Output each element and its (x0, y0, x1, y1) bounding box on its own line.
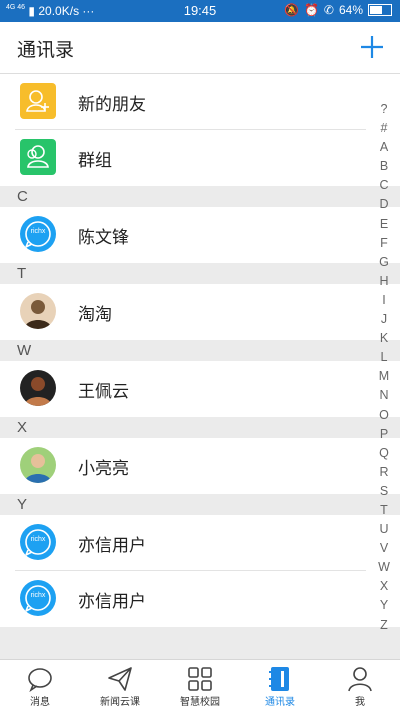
index-letter[interactable]: X (380, 577, 388, 596)
section-header: W (0, 340, 400, 361)
index-letter[interactable]: E (380, 215, 388, 234)
contact-name: 淘淘 (78, 305, 112, 325)
contact-row[interactable]: 淘淘 (0, 284, 400, 340)
section-header: X (0, 417, 400, 438)
add-friend-icon (20, 83, 56, 119)
photo-avatar-image (24, 377, 52, 406)
index-letter[interactable]: R (379, 463, 388, 482)
tab-label: 通讯录 (265, 697, 295, 708)
battery-percent: 64% (338, 3, 363, 17)
contact-name: 亦信用户 (78, 536, 146, 556)
photo-avatar-image (24, 454, 52, 483)
contact-list: 新的朋友 群组 Crichx 陈文锋 T 淘淘 W 王佩云 X 小亮亮 Yrichx 亦信用户 rich… (0, 74, 400, 627)
index-letter[interactable]: Z (380, 616, 388, 635)
tab-label: 新闻云课 (100, 697, 140, 708)
status-bar: 4G 46 ▮ 20.0K/s ··· 19:45 🔕 ⏰ ✆ 64% (0, 0, 400, 22)
new-friends-row[interactable]: 新的朋友 (0, 74, 400, 130)
index-letter[interactable]: L (381, 348, 388, 367)
avatar (20, 447, 56, 483)
index-letter[interactable]: F (380, 234, 388, 253)
index-letter[interactable]: # (381, 119, 388, 138)
index-letter[interactable]: W (378, 558, 390, 577)
bottom-tab-bar: 消息 新闻云课 智慧校园 通讯录 我 (0, 659, 400, 712)
tab-label: 智慧校园 (180, 697, 220, 708)
index-letter[interactable]: G (379, 253, 389, 272)
contact-row[interactable]: 小亮亮 (0, 438, 400, 494)
index-letter[interactable]: D (379, 195, 388, 214)
avatar-logo-text: richx (30, 228, 46, 235)
index-letter[interactable]: Y (380, 596, 388, 615)
tab-label: 消息 (30, 697, 50, 708)
groups-row[interactable]: 群组 (0, 130, 400, 186)
index-letter[interactable]: H (379, 272, 388, 291)
battery-icon (368, 4, 392, 16)
section-header: T (0, 263, 400, 284)
contact-row[interactable]: richx 陈文锋 (0, 207, 400, 263)
index-letter[interactable]: K (380, 329, 388, 348)
add-icon[interactable] (359, 34, 385, 60)
row-label: 新的朋友 (78, 95, 146, 115)
section-header: C (0, 186, 400, 207)
icon-glyph (27, 145, 49, 168)
index-letter[interactable]: M (379, 367, 389, 386)
richx-avatar: richx (20, 216, 56, 252)
contact-name: 亦信用户 (78, 592, 146, 612)
icon-glyph (26, 90, 49, 112)
section-header: Y (0, 494, 400, 515)
avatar-logo-text: richx (30, 592, 46, 599)
contact-name: 王佩云 (78, 382, 129, 402)
group-icon (20, 139, 56, 175)
index-letter[interactable]: ? (381, 100, 388, 119)
hd-call-icon: ✆ (323, 3, 334, 17)
status-right: 🔕 ⏰ ✆ 64% (284, 3, 392, 17)
row-label: 群组 (78, 151, 112, 171)
index-letter[interactable]: S (380, 482, 388, 501)
page-title: 通讯录 (17, 39, 75, 61)
grid-icon (188, 667, 212, 691)
avatar (20, 370, 56, 406)
index-letter[interactable]: V (380, 539, 388, 558)
tab-me[interactable]: 我 (320, 660, 400, 712)
index-letter[interactable]: T (380, 501, 388, 520)
tab-messages[interactable]: 消息 (0, 660, 80, 712)
index-letter[interactable]: J (381, 310, 387, 329)
silent-icon: 🔕 (284, 3, 299, 17)
contact-row[interactable]: 王佩云 (0, 361, 400, 417)
contacts-book-icon (269, 667, 289, 691)
richx-avatar: richx (20, 524, 56, 560)
person-icon (348, 667, 372, 692)
app-header: 通讯录 (0, 22, 400, 74)
tab-contacts[interactable]: 通讯录 (240, 660, 320, 712)
chat-bubble-icon (28, 668, 52, 692)
index-letter[interactable]: O (379, 406, 389, 425)
richx-avatar: richx (20, 580, 56, 616)
tab-label: 我 (355, 697, 365, 708)
index-letter[interactable]: B (380, 157, 388, 176)
alphabet-index[interactable]: ? # A B C D E F G H I J K L M N O P Q R S T U V W X Y Z (378, 100, 390, 635)
alarm-icon: ⏰ (303, 3, 319, 17)
index-letter[interactable]: Q (379, 444, 389, 463)
avatar (20, 293, 56, 329)
index-letter[interactable]: I (382, 291, 385, 310)
paper-plane-icon (108, 667, 132, 691)
contact-row[interactable]: richx 亦信用户 (0, 515, 400, 571)
contact-name: 陈文锋 (78, 228, 129, 248)
contact-row[interactable]: richx 亦信用户 (0, 571, 400, 627)
tab-smart-campus[interactable]: 智慧校园 (160, 660, 240, 712)
index-letter[interactable]: C (379, 176, 388, 195)
avatar-logo-text: richx (30, 536, 46, 543)
index-letter[interactable]: A (380, 138, 388, 157)
tab-news-course[interactable]: 新闻云课 (80, 660, 160, 712)
index-letter[interactable]: U (379, 520, 388, 539)
photo-avatar-image (24, 300, 52, 329)
index-letter[interactable]: N (379, 386, 388, 405)
contact-name: 小亮亮 (78, 459, 129, 479)
index-letter[interactable]: P (380, 425, 388, 444)
